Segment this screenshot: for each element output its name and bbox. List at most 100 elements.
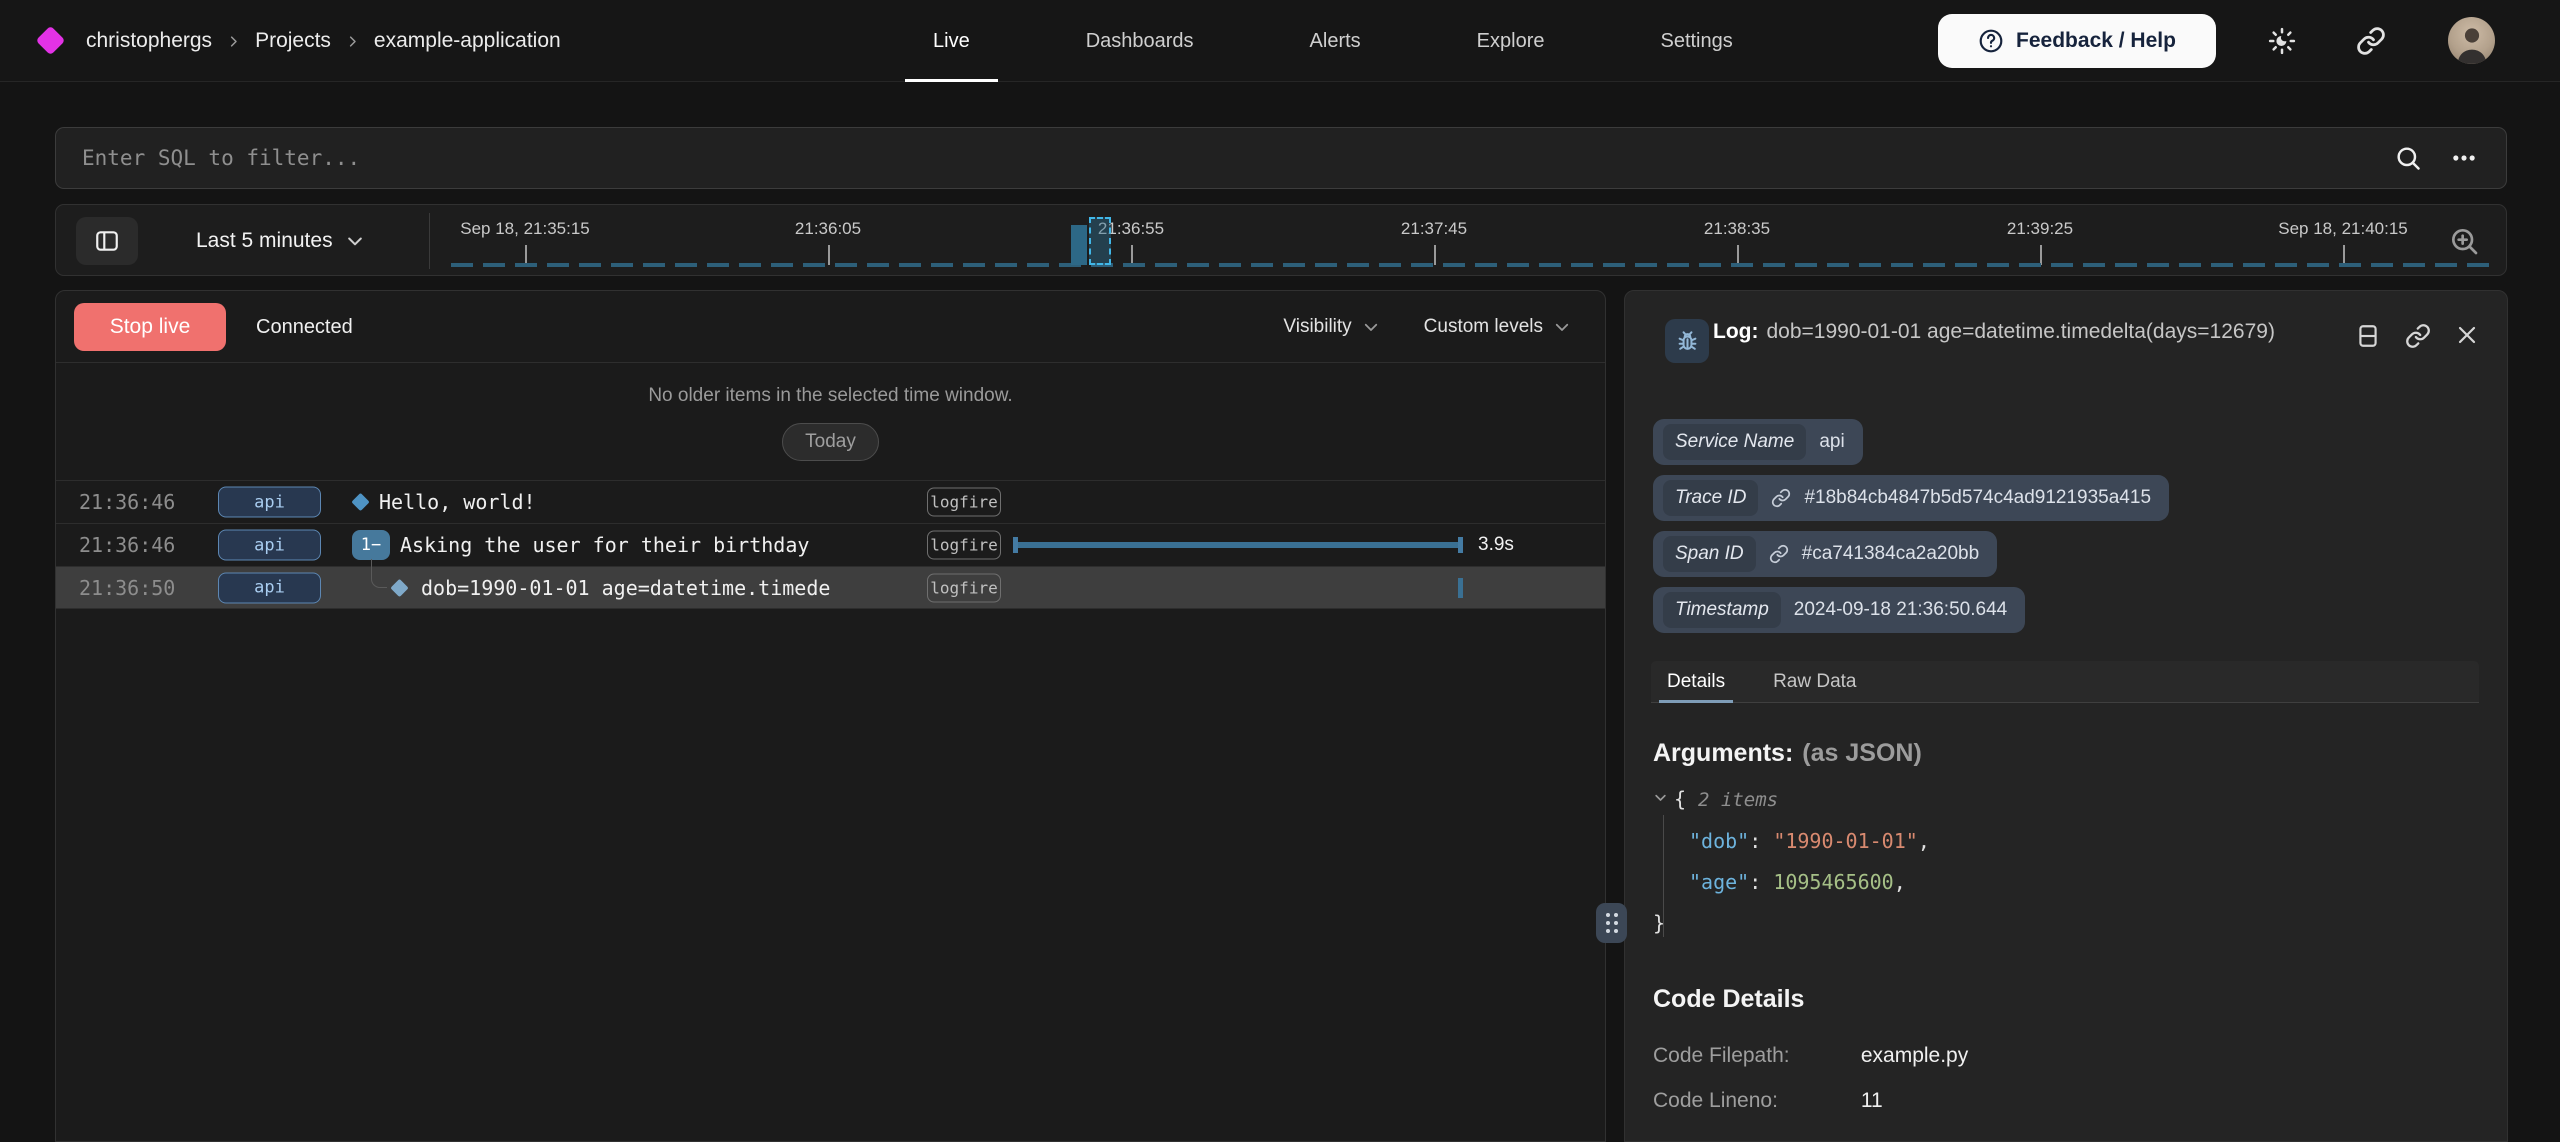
log-rows: 21:36:46 api Hello, world! logfire 21:36… xyxy=(56,480,1605,609)
tab-dashboards[interactable]: Dashboards xyxy=(1058,0,1222,82)
timeline-bar: Last 5 minutes Sep 18, 21:35:15 21:36:05… xyxy=(55,204,2507,276)
code-details: Code Filepath: example.py Code Lineno: 1… xyxy=(1653,1033,1968,1123)
log-row-selected[interactable]: 21:36:50 api dob=1990-01-01 age=datetime… xyxy=(56,566,1605,609)
span-duration-label: 3.9s xyxy=(1478,534,1514,556)
timeline-tick-label: 21:39:25 xyxy=(2007,219,2073,239)
live-log-panel: Stop live Connected Visibility Custom le… xyxy=(55,290,1606,1142)
log-message: Asking the user for their birthday xyxy=(400,533,809,557)
live-panel-header: Stop live Connected Visibility Custom le… xyxy=(56,291,1605,363)
link-icon xyxy=(1771,488,1791,508)
details-title-prefix: Log: xyxy=(1713,320,1758,343)
json-key: "dob" xyxy=(1689,829,1749,853)
drag-dots-icon xyxy=(1606,913,1618,933)
span-tick xyxy=(1458,578,1463,598)
top-navbar: christophergs Projects example-applicati… xyxy=(0,0,2560,82)
timeline-selected-window[interactable] xyxy=(1089,217,1111,265)
timeline-tick-mark xyxy=(2343,245,2345,265)
close-icon[interactable] xyxy=(2455,323,2479,349)
more-options-icon[interactable] xyxy=(2450,144,2478,172)
log-message: Hello, world! xyxy=(379,490,536,514)
timeline-tick-mark xyxy=(1737,245,1739,265)
user-avatar[interactable] xyxy=(2448,17,2495,64)
tab-explore[interactable]: Explore xyxy=(1449,0,1573,82)
log-timestamp: 21:36:50 xyxy=(79,576,175,600)
json-string-value: "1990-01-01" xyxy=(1773,829,1918,853)
timeline-tick-mark xyxy=(1131,245,1133,265)
trace-id-pill[interactable]: Trace ID #18b84cb4847b5d574c4ad9121935a4… xyxy=(1653,475,2169,521)
feedback-help-button[interactable]: Feedback / Help xyxy=(1938,14,2216,68)
span-id-pill[interactable]: Span ID #ca741384ca2a20bb xyxy=(1653,531,1997,577)
json-number-value: 1095465600 xyxy=(1773,870,1893,894)
timeline-tick-mark xyxy=(2040,245,2042,265)
logfire-logo-icon[interactable] xyxy=(36,26,66,56)
details-title-text: dob=1990-01-01 age=datetime.timedelta(da… xyxy=(1766,320,2274,343)
visibility-dropdown[interactable]: Visibility xyxy=(1283,316,1379,338)
log-row[interactable]: 21:36:46 api 1− Asking the user for thei… xyxy=(56,523,1605,566)
breadcrumb-section[interactable]: Projects xyxy=(255,29,331,53)
sidebar-toggle-icon[interactable] xyxy=(76,217,138,265)
chevron-down-icon xyxy=(345,231,365,251)
chevron-down-icon xyxy=(1362,318,1380,336)
code-lineno-value: 11 xyxy=(1861,1089,1883,1112)
custom-levels-dropdown[interactable]: Custom levels xyxy=(1424,316,1571,338)
tag-badge[interactable]: logfire xyxy=(927,531,1001,560)
chevron-right-icon xyxy=(226,34,241,49)
attribute-pills: Service Name api Trace ID #18b84cb4847b5… xyxy=(1653,419,2169,633)
debug-level-icon xyxy=(1665,319,1709,363)
service-badge[interactable]: api xyxy=(218,572,321,603)
log-diamond-icon xyxy=(390,578,408,596)
service-badge[interactable]: api xyxy=(218,530,321,561)
chevron-down-icon xyxy=(1553,318,1571,336)
time-range-select[interactable]: Last 5 minutes xyxy=(196,205,365,277)
sql-filter-input[interactable] xyxy=(56,146,2394,170)
timeline-tick-label: Sep 18, 21:35:15 xyxy=(460,219,590,239)
tab-details[interactable]: Details xyxy=(1659,661,1733,702)
tag-badge[interactable]: logfire xyxy=(927,573,1001,602)
stop-live-button[interactable]: Stop live xyxy=(74,303,226,351)
collapse-caret-icon[interactable] xyxy=(1653,790,1668,805)
log-row[interactable]: 21:36:46 api Hello, world! logfire xyxy=(56,480,1605,523)
timeline-tick-label: 21:38:35 xyxy=(1704,219,1770,239)
search-icon[interactable] xyxy=(2394,144,2422,172)
sql-filter-bar xyxy=(55,127,2507,189)
collapse-children-badge[interactable]: 1− xyxy=(352,530,390,560)
timeline-tick-mark xyxy=(525,245,527,265)
timeline-histogram-bar[interactable] xyxy=(1071,225,1087,265)
tab-raw-data[interactable]: Raw Data xyxy=(1765,661,1864,702)
service-name-pill[interactable]: Service Name api xyxy=(1653,419,1863,465)
json-items-note: 2 items xyxy=(1698,789,1778,811)
details-tabs: Details Raw Data xyxy=(1651,661,2479,703)
code-details-heading: Code Details xyxy=(1653,985,1804,1014)
span-duration-bar[interactable] xyxy=(1013,542,1463,548)
breadcrumb: christophergs Projects example-applicati… xyxy=(86,0,561,82)
chevron-right-icon xyxy=(345,34,360,49)
tab-alerts[interactable]: Alerts xyxy=(1282,0,1389,82)
zoom-in-icon[interactable] xyxy=(2448,225,2480,257)
copy-link-icon[interactable] xyxy=(2405,323,2431,349)
timeline-tick-label: 21:37:45 xyxy=(1401,219,1467,239)
timeline-tick-label: Sep 18, 21:40:15 xyxy=(2278,219,2408,239)
timeline-baseline xyxy=(451,263,2492,267)
panel-resize-handle[interactable] xyxy=(1596,903,1627,943)
tag-badge[interactable]: logfire xyxy=(927,488,1001,517)
tab-live[interactable]: Live xyxy=(905,0,998,82)
timeline-tick-label: 21:36:05 xyxy=(795,219,861,239)
divider xyxy=(429,213,430,269)
code-filepath-value: example.py xyxy=(1861,1044,1968,1067)
breadcrumb-project[interactable]: example-application xyxy=(374,29,561,53)
code-filepath-label: Code Filepath: xyxy=(1653,1033,1855,1078)
timestamp-pill[interactable]: Timestamp 2024-09-18 21:36:50.644 xyxy=(1653,587,2025,633)
tree-connector xyxy=(371,559,387,588)
timeline-tick-mark xyxy=(828,245,830,265)
log-timestamp: 21:36:46 xyxy=(79,533,175,557)
question-circle-icon xyxy=(1978,28,2004,54)
connection-status: Connected xyxy=(256,291,353,363)
breadcrumb-org[interactable]: christophergs xyxy=(86,29,212,53)
service-badge[interactable]: api xyxy=(218,487,321,518)
theme-toggle-icon[interactable] xyxy=(2267,26,2297,56)
split-view-icon[interactable] xyxy=(2355,323,2381,349)
share-link-icon[interactable] xyxy=(2356,26,2386,56)
today-button[interactable]: Today xyxy=(782,423,879,461)
tab-settings[interactable]: Settings xyxy=(1632,0,1760,82)
empty-window-message: No older items in the selected time wind… xyxy=(56,385,1605,407)
